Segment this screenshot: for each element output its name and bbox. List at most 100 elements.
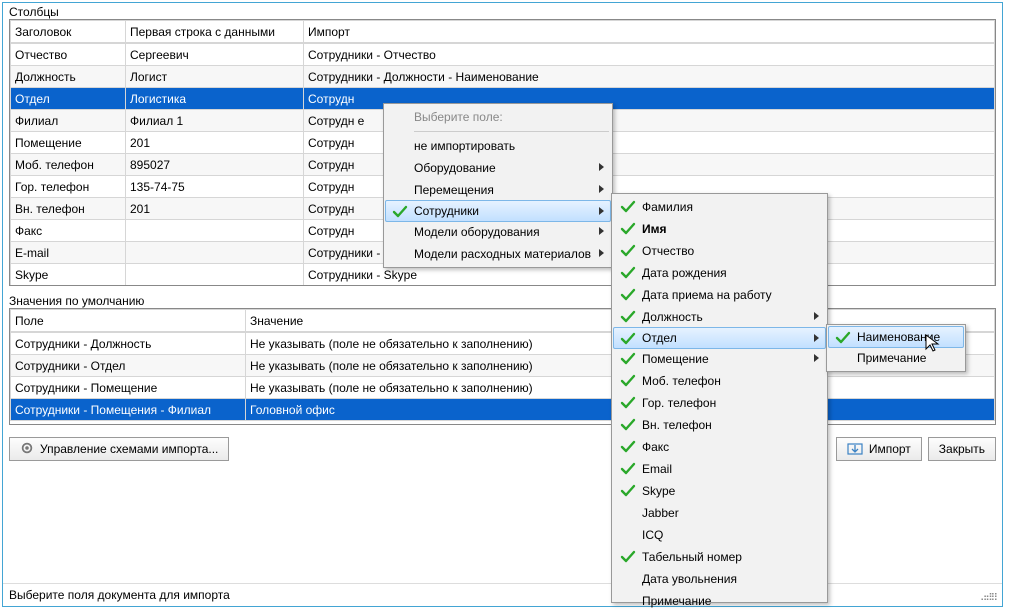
table-cell[interactable]: Сотрудники - Отчество bbox=[304, 44, 995, 66]
check-icon bbox=[620, 483, 636, 499]
table-cell[interactable]: Помещение bbox=[11, 132, 126, 154]
table-cell[interactable]: Логистика bbox=[126, 88, 304, 110]
context-menu-fieldpicker[interactable]: Выберите поле: не импортировать Оборудова… bbox=[383, 103, 613, 268]
menu-item[interactable]: Оборудование bbox=[386, 157, 610, 179]
menu-item-label: Перемещения bbox=[414, 183, 494, 197]
menu-item[interactable]: Факс bbox=[614, 436, 825, 458]
table-row[interactable]: Сотрудники - Помещения - ФилиалГоловной … bbox=[11, 399, 995, 421]
table-cell[interactable]: Логист bbox=[126, 66, 304, 88]
check-icon bbox=[620, 221, 636, 237]
table-cell[interactable]: Сотрудники - Должность bbox=[11, 333, 246, 355]
menu-item[interactable]: Должность bbox=[614, 306, 825, 328]
table-cell[interactable]: Отчество bbox=[11, 44, 126, 66]
menu-item[interactable]: Модели расходных материалов bbox=[386, 243, 610, 265]
menu-item[interactable]: Дата рождения bbox=[614, 262, 825, 284]
menu-item-label: Оборудование bbox=[414, 161, 496, 175]
menu-item-label: не импортировать bbox=[414, 139, 515, 153]
resize-grip-icon[interactable]: ⣠⣴⣶ bbox=[980, 590, 996, 601]
check-icon bbox=[620, 265, 636, 281]
menu-separator bbox=[414, 131, 609, 132]
menu-item[interactable]: Моб. телефон bbox=[614, 370, 825, 392]
menu-item[interactable]: Отчество bbox=[614, 240, 825, 262]
table-cell[interactable]: Skype bbox=[11, 264, 126, 286]
manage-schemes-button[interactable]: Управление схемами импорта... bbox=[9, 437, 229, 461]
menu-item-label: Модели расходных материалов bbox=[414, 247, 591, 261]
table-cell[interactable]: Факс bbox=[11, 220, 126, 242]
menu-item[interactable]: Jabber bbox=[614, 502, 825, 524]
menu-item-label: Сотрудники bbox=[414, 204, 479, 218]
check-icon bbox=[835, 330, 851, 346]
close-button[interactable]: Закрыть bbox=[928, 437, 996, 461]
menu-item[interactable]: Помещение bbox=[614, 348, 825, 370]
table-cell[interactable]: 201 bbox=[126, 198, 304, 220]
table-cell[interactable] bbox=[126, 264, 304, 286]
menu-item-label: Должность bbox=[642, 310, 703, 324]
menu-item-label: Примечание bbox=[642, 594, 711, 608]
context-submenu-employees[interactable]: Фамилия Имя Отчество Дата рождения Дата прие… bbox=[611, 193, 828, 603]
menu-item[interactable]: Модели оборудования bbox=[386, 221, 610, 243]
status-bar: Выберите поля документа для импорта ⣠⣴⣶ bbox=[3, 583, 1002, 606]
close-button-label: Закрыть bbox=[939, 442, 985, 456]
menu-item[interactable]: не импортировать bbox=[386, 135, 610, 157]
table-cell[interactable]: Гор. телефон bbox=[11, 176, 126, 198]
table-cell[interactable]: 135-74-75 bbox=[126, 176, 304, 198]
menu-item[interactable]: Email bbox=[614, 458, 825, 480]
table-cell[interactable] bbox=[126, 242, 304, 264]
chevron-right-icon bbox=[814, 312, 819, 320]
menu-item[interactable]: ICQ bbox=[614, 524, 825, 546]
table-cell[interactable]: 895027 bbox=[126, 154, 304, 176]
menu-item-label: Помещение bbox=[642, 352, 709, 366]
table-cell[interactable]: Сотрудники - Помещения - Филиал bbox=[11, 399, 246, 421]
menu-item[interactable]: Сотрудники bbox=[385, 200, 611, 222]
import-button[interactable]: Импорт bbox=[836, 437, 922, 461]
menu-item[interactable]: Перемещения bbox=[386, 179, 610, 201]
table-cell[interactable]: 201 bbox=[126, 132, 304, 154]
table-cell[interactable] bbox=[126, 220, 304, 242]
check-icon bbox=[620, 439, 636, 455]
columns-section-label: Столбцы bbox=[3, 3, 1002, 19]
table-cell[interactable]: Отдел bbox=[11, 88, 126, 110]
status-text: Выберите поля документа для импорта bbox=[9, 588, 230, 602]
menu-item[interactable]: Гор. телефон bbox=[614, 392, 825, 414]
table-cell[interactable]: Филиал 1 bbox=[126, 110, 304, 132]
table-cell[interactable]: Моб. телефон bbox=[11, 154, 126, 176]
menu-item[interactable]: Примечание bbox=[614, 590, 825, 612]
table-cell[interactable]: E-mail bbox=[11, 242, 126, 264]
table-cell[interactable]: Сотрудники - Отдел bbox=[11, 355, 246, 377]
columns-header-row[interactable]: Заголовок Первая строка с данными Импорт bbox=[11, 21, 995, 43]
menu1-header: Выберите поле: bbox=[386, 106, 610, 128]
col-header-field[interactable]: Поле bbox=[11, 310, 246, 332]
menu-item[interactable]: Фамилия bbox=[614, 196, 825, 218]
footer-buttons: Управление схемами импорта... Импорт Зак… bbox=[3, 431, 1002, 463]
table-cell[interactable]: Сотрудники - Помещение bbox=[11, 377, 246, 399]
col-header-title[interactable]: Заголовок bbox=[11, 21, 126, 43]
table-row[interactable]: ДолжностьЛогистСотрудники - Должности - … bbox=[11, 66, 995, 88]
table-cell[interactable]: Сергеевич bbox=[126, 44, 304, 66]
menu-item-label: Skype bbox=[642, 484, 675, 498]
menu-item[interactable]: Отдел bbox=[613, 327, 826, 349]
menu-item[interactable]: Имя bbox=[614, 218, 825, 240]
menu-item-label: Имя bbox=[642, 222, 667, 236]
chevron-right-icon bbox=[599, 163, 604, 171]
col-header-firstrow[interactable]: Первая строка с данными bbox=[126, 21, 304, 43]
import-icon bbox=[847, 442, 863, 456]
gear-icon bbox=[20, 441, 34, 458]
menu-item[interactable]: Skype bbox=[614, 480, 825, 502]
menu-item-label: Email bbox=[642, 462, 672, 476]
table-cell[interactable]: Вн. телефон bbox=[11, 198, 126, 220]
menu-item-label: Дата увольнения bbox=[642, 572, 737, 586]
table-row[interactable]: ОтчествоСергеевичСотрудники - Отчество bbox=[11, 44, 995, 66]
menu-item[interactable]: Дата приема на работу bbox=[614, 284, 825, 306]
menu-item-label: Дата рождения bbox=[642, 266, 727, 280]
col-header-import[interactable]: Импорт bbox=[304, 21, 995, 43]
table-row[interactable]: Сотрудники - ПомещениеНе указывать (поле… bbox=[11, 377, 995, 399]
menu-item[interactable]: Дата увольнения bbox=[614, 568, 825, 590]
menu-item[interactable]: Вн. телефон bbox=[614, 414, 825, 436]
menu-item[interactable]: Табельный номер bbox=[614, 546, 825, 568]
context-submenu-department[interactable]: НаименованиеПримечание bbox=[826, 324, 966, 372]
check-icon bbox=[620, 417, 636, 433]
check-icon bbox=[620, 243, 636, 259]
table-cell[interactable]: Должность bbox=[11, 66, 126, 88]
table-cell[interactable]: Сотрудники - Должности - Наименование bbox=[304, 66, 995, 88]
table-cell[interactable]: Филиал bbox=[11, 110, 126, 132]
